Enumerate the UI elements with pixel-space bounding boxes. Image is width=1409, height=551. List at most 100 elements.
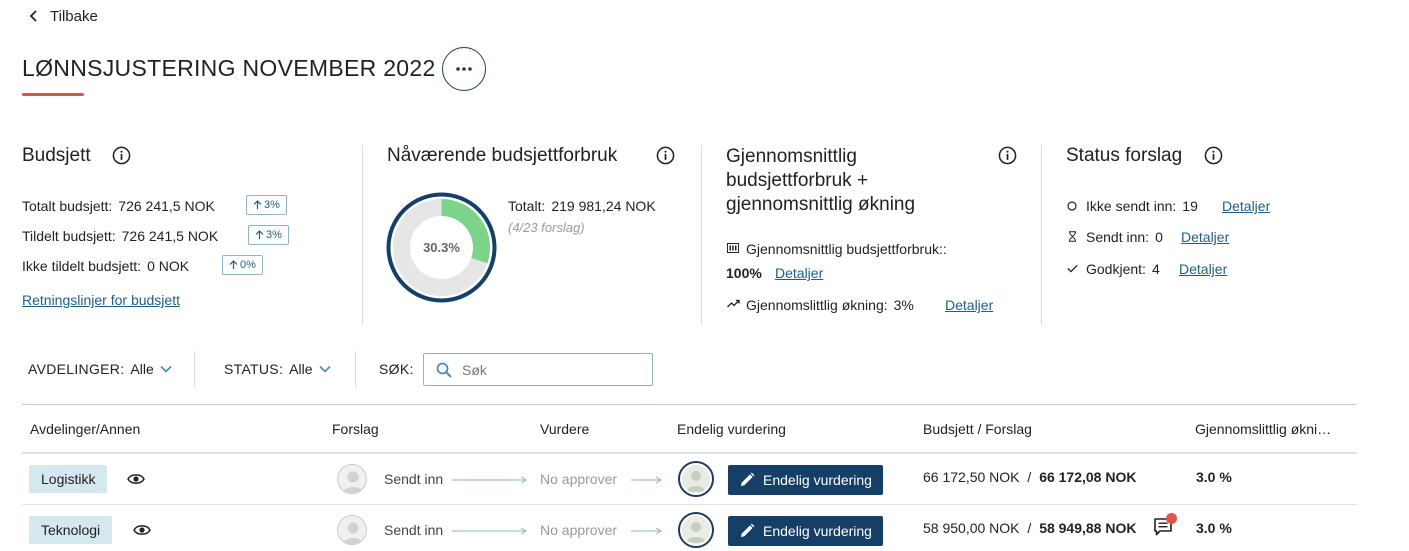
- eye-icon[interactable]: [127, 472, 145, 486]
- assess-no-approver: No approver: [540, 471, 618, 487]
- avg-usage-value: 100%: [726, 265, 762, 281]
- proposal-status-text: Sendt inn: [384, 522, 444, 538]
- table-header-border: [22, 452, 1357, 454]
- search-icon: [436, 362, 452, 378]
- arrow-up-icon: [255, 230, 264, 239]
- back-link[interactable]: Tilbake: [28, 6, 98, 26]
- arrow-up-icon: [229, 260, 238, 269]
- budget-value: 66 172,50 NOK: [923, 469, 1020, 485]
- search-input[interactable]: [462, 361, 632, 378]
- notification-dot: [1166, 513, 1177, 524]
- total-budget-label: Totalt budsjett:: [22, 198, 113, 214]
- budget-bar-icon: [727, 243, 739, 253]
- arrow-right-icon: [452, 527, 527, 535]
- approver-avatar: [678, 461, 714, 497]
- more-dots-icon: [456, 67, 472, 71]
- back-label: Tilbake: [50, 7, 98, 25]
- status-approved-details-link[interactable]: Detaljer: [1179, 261, 1227, 277]
- avatar: [337, 515, 367, 545]
- trending-up-icon: [727, 299, 740, 308]
- budget-usage-donut: 30.3%: [386, 192, 497, 303]
- avg-increase-cell: 3.0 %: [1196, 520, 1232, 536]
- col-header-assess: Vurdere: [540, 421, 590, 437]
- budget-section-title: Budsjett: [22, 145, 91, 166]
- filter-divider: [194, 351, 195, 387]
- assigned-budget-label: Tildelt budsjett:: [22, 228, 116, 244]
- departments-filter-value: Alle: [130, 361, 154, 377]
- info-icon[interactable]: [1204, 146, 1223, 165]
- average-title-line1: Gjennomsnittlig: [726, 146, 857, 167]
- assigned-budget-badge-text: 3%: [266, 229, 282, 241]
- col-header-avg-increase: Gjennomslittlig økni…: [1195, 421, 1332, 437]
- budget-proposal-cell: 58 950,00 NOK / 58 949,88 NOK: [923, 520, 1136, 536]
- avg-usage-details-link[interactable]: Detaljer: [775, 265, 823, 281]
- avatar: [337, 464, 367, 494]
- status-filter-value: Alle: [289, 361, 313, 377]
- current-total-value: 219 981,24 NOK: [551, 198, 656, 214]
- arrow-right-icon: [452, 476, 527, 484]
- assess-no-approver: No approver: [540, 522, 618, 538]
- proposal-status-text: Sendt inn: [384, 471, 444, 487]
- info-icon[interactable]: [656, 146, 675, 165]
- total-budget-row: Totalt budsjett: 726 241,5 NOK: [22, 198, 215, 214]
- search-key-text: SØK:: [379, 361, 414, 377]
- avg-increase-label: Gjennomslittlig økning:: [746, 297, 888, 313]
- arrow-up-icon: [253, 200, 262, 209]
- search-box[interactable]: [423, 353, 653, 386]
- avg-increase-cell: 3.0 %: [1196, 469, 1232, 485]
- status-approved-label: Godkjent:: [1086, 261, 1146, 277]
- department-chip[interactable]: Teknologi: [29, 516, 113, 544]
- avg-increase-details-link[interactable]: Detaljer: [945, 297, 993, 313]
- status-not-sent-row: Ikke sendt inn: 19: [1086, 198, 1198, 214]
- status-sent-count: 0: [1155, 229, 1163, 245]
- col-header-departments: Avdelinger/Annen: [30, 421, 141, 437]
- comment-icon[interactable]: [1152, 512, 1180, 538]
- average-title-line2: budsjettforbruk +: [726, 170, 869, 191]
- final-assessment-button[interactable]: Endelig vurdering: [728, 465, 883, 495]
- final-assessment-button[interactable]: Endelig vurdering: [728, 516, 883, 546]
- departments-filter[interactable]: AVDELINGER: Alle: [28, 361, 172, 377]
- chevron-left-icon: [29, 10, 37, 22]
- user-silhouette-icon: [686, 522, 706, 543]
- status-sent-row: Sendt inn: 0: [1086, 229, 1163, 245]
- final-assessment-button-label: Endelig vurdering: [763, 523, 872, 539]
- arrow-right-icon: [631, 527, 662, 535]
- more-options-button[interactable]: [442, 47, 486, 91]
- proposal-value: 58 949,88 NOK: [1039, 520, 1137, 536]
- proposals-note: (4/23 forslag): [508, 220, 585, 235]
- status-sent-label: Sendt inn:: [1086, 229, 1150, 245]
- department-chip[interactable]: Logistikk: [29, 465, 108, 493]
- eye-icon[interactable]: [133, 523, 151, 537]
- budget-separator: /: [1027, 520, 1032, 536]
- pencil-icon: [741, 472, 755, 486]
- table-top-border: [22, 404, 1357, 405]
- status-approved-row: Godkjent: 4: [1086, 261, 1160, 277]
- info-icon[interactable]: [998, 146, 1017, 165]
- assigned-budget-value: 726 241,5 NOK: [121, 228, 219, 244]
- status-not-sent-count: 19: [1182, 198, 1198, 214]
- budget-guidelines-link[interactable]: Retningslinjer for budsjett: [22, 292, 180, 308]
- arrow-right-icon: [631, 476, 662, 484]
- status-sent-details-link[interactable]: Detaljer: [1181, 229, 1229, 245]
- title-underline: [22, 93, 84, 96]
- status-filter-key: STATUS:: [224, 361, 284, 377]
- chevron-down-icon: [318, 365, 331, 373]
- budget-proposal-cell: 66 172,50 NOK / 66 172,08 NOK: [923, 469, 1136, 485]
- total-budget-badge-text: 3%: [264, 199, 280, 211]
- info-icon[interactable]: [112, 146, 131, 165]
- status-filter[interactable]: STATUS: Alle: [224, 361, 331, 377]
- current-total-row: Totalt: 219 981,24 NOK: [508, 198, 656, 214]
- col-header-budget-proposal: Budsjett / Forslag: [923, 421, 1032, 437]
- assigned-budget-badge: 3%: [248, 225, 289, 245]
- current-usage-title: Nåværende budsjettforbruk: [387, 145, 618, 166]
- proposal-value: 66 172,08 NOK: [1039, 469, 1137, 485]
- total-budget-value: 726 241,5 NOK: [118, 198, 215, 214]
- status-section-title: Status forslag: [1066, 145, 1183, 166]
- chevron-down-icon: [160, 365, 172, 373]
- final-assessment-button-label: Endelig vurdering: [763, 472, 872, 488]
- status-not-sent-details-link[interactable]: Detaljer: [1222, 198, 1270, 214]
- donut-label: 30.3%: [423, 240, 460, 255]
- user-silhouette-icon: [686, 471, 706, 492]
- budget-value: 58 950,00 NOK: [923, 520, 1020, 536]
- unassigned-budget-badge: 0%: [222, 255, 263, 275]
